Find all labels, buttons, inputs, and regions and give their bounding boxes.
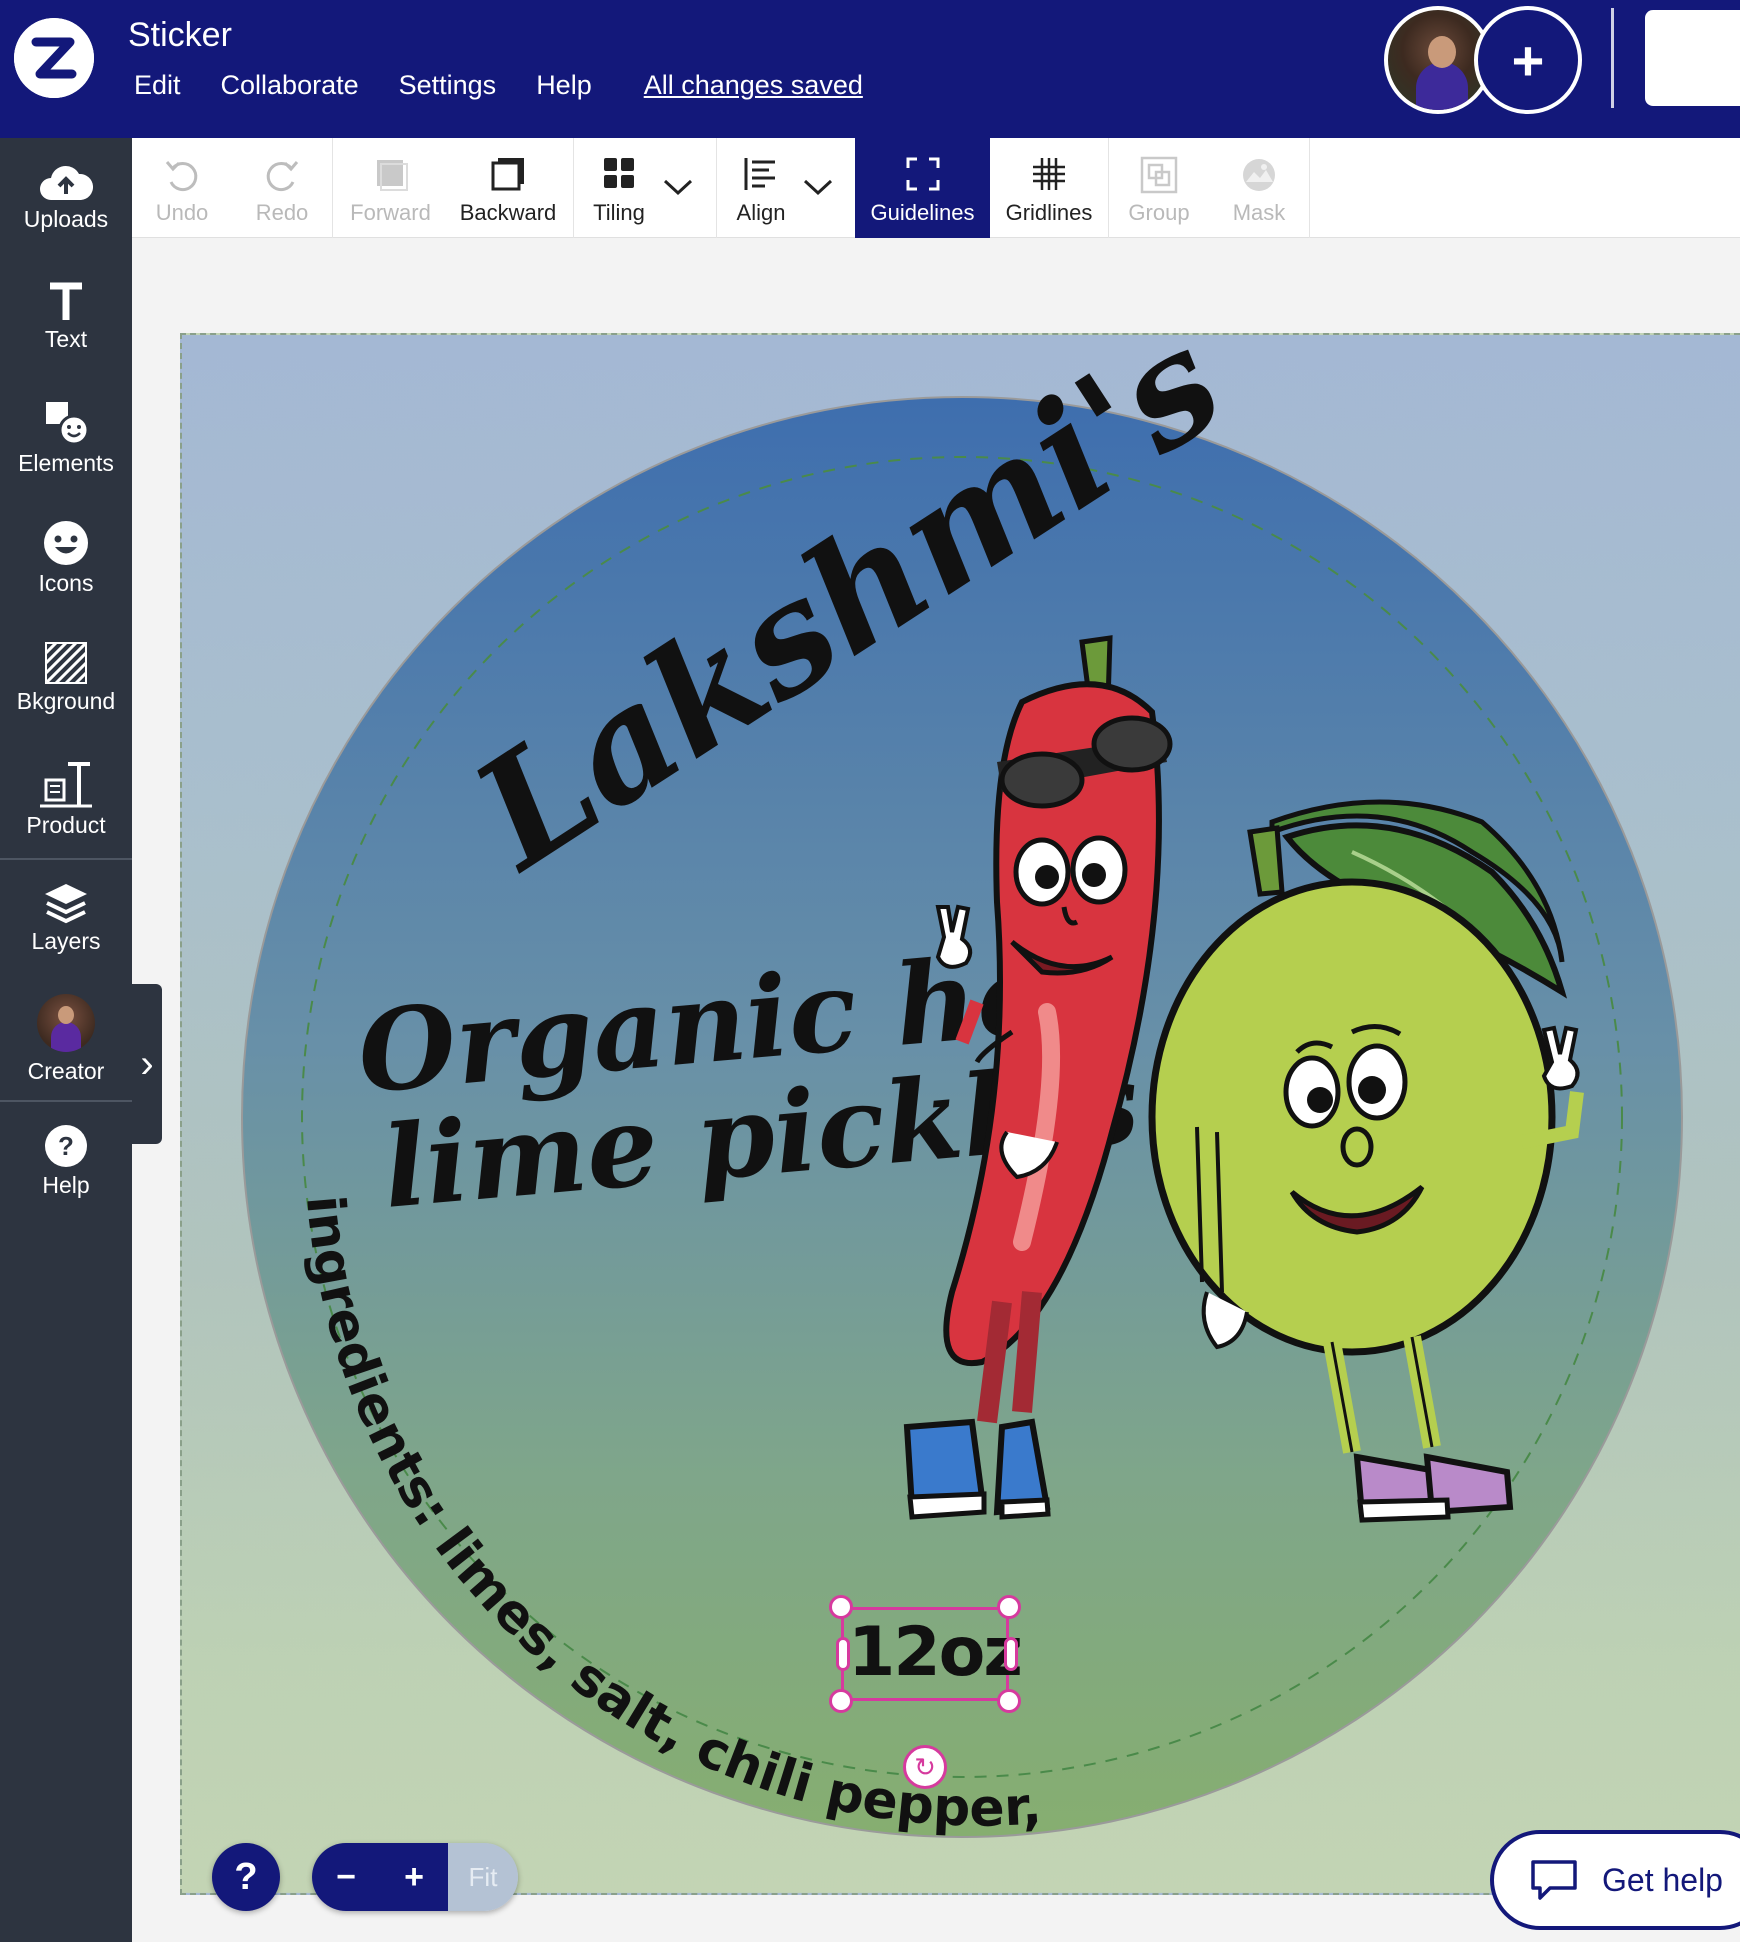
undo-icon [165, 161, 198, 192]
elements-icon [46, 402, 90, 446]
sidebar-item-icons[interactable]: Icons [0, 520, 132, 597]
sidebar-item-text[interactable]: Text [0, 280, 132, 353]
sidebar-item-background[interactable]: Bkground [0, 642, 132, 715]
text-icon [50, 282, 82, 320]
zoom-controls: − + Fit [312, 1843, 518, 1911]
product-icon [40, 762, 92, 808]
zoom-fit-button[interactable]: Fit [448, 1843, 518, 1911]
tiling-grid-icon [604, 158, 634, 188]
align-button[interactable]: Align [717, 138, 805, 238]
undo-button[interactable]: Undo [132, 138, 232, 238]
sidebar-item-creator[interactable]: Creator [0, 994, 132, 1085]
sidebar-item-help[interactable]: ? Help [0, 1124, 132, 1199]
menu-edit[interactable]: Edit [134, 70, 181, 101]
svg-text:?: ? [58, 1131, 74, 1161]
sidebar-item-uploads[interactable]: Uploads [0, 164, 132, 233]
gridlines-button[interactable]: Gridlines [990, 138, 1108, 238]
resize-handle-top-left[interactable] [829, 1595, 853, 1619]
add-collaborator-button[interactable]: + [1474, 6, 1582, 114]
mask-button[interactable]: Mask [1209, 138, 1309, 238]
sidebar-label: Layers [31, 928, 101, 954]
layers-icon [45, 884, 87, 924]
resize-handle-top-right[interactable] [997, 1595, 1021, 1619]
menu-help[interactable]: Help [536, 70, 592, 101]
sidebar-label: Uploads [23, 206, 109, 232]
resize-handle-left[interactable] [836, 1637, 850, 1671]
rotate-handle[interactable]: ↻ [903, 1745, 947, 1789]
zoom-in-button[interactable]: + [380, 1843, 448, 1911]
guidelines-button[interactable]: Guidelines [855, 138, 990, 238]
guidelines-icon [906, 157, 939, 191]
chat-bubble-icon [1531, 1860, 1577, 1900]
help-icon: ? [45, 1125, 87, 1167]
bring-forward-icon [376, 160, 408, 191]
sidebar-label: Creator [27, 1058, 105, 1084]
align-left-icon [744, 158, 775, 190]
tiling-button[interactable]: Tiling [574, 138, 664, 238]
share-button[interactable] [1645, 10, 1740, 106]
sidebar-label: Text [44, 326, 88, 352]
group-button[interactable]: Group [1109, 138, 1209, 238]
sidebar-item-product[interactable]: Product [0, 758, 132, 839]
chevron-right-icon: › [140, 1041, 154, 1086]
align-chevron-down-icon[interactable] [802, 176, 834, 198]
sidebar-label: Elements [18, 450, 114, 476]
redo-button[interactable]: Redo [232, 138, 332, 238]
smiley-icon [44, 521, 88, 565]
mask-icon [1243, 159, 1275, 191]
resize-handle-bottom-right[interactable] [997, 1689, 1021, 1713]
save-status-link[interactable]: All changes saved [644, 70, 863, 101]
resize-handle-bottom-left[interactable] [829, 1689, 853, 1713]
background-pattern-icon [45, 642, 87, 684]
tiling-chevron-down-icon[interactable] [662, 176, 694, 198]
zoom-out-button[interactable]: − [312, 1843, 380, 1911]
editing-toolbar: Undo Redo Forward Backward Tiling Align … [132, 138, 1740, 238]
creator-avatar [37, 994, 95, 1052]
collapse-panel-button[interactable]: › [132, 984, 162, 1144]
group-icon [1140, 156, 1178, 194]
top-header: Sticker Edit Collaborate Settings Help A… [0, 0, 1740, 138]
size-text[interactable]: 12oz [848, 1608, 1023, 1698]
gridlines-icon [1033, 158, 1065, 190]
left-sidebar: Uploads Text Elements Icons Bkground Pro… [0, 138, 132, 1942]
menu-collaborate[interactable]: Collaborate [221, 70, 359, 101]
sidebar-label: Product [26, 812, 106, 838]
backward-button[interactable]: Backward [448, 138, 568, 238]
logo-z-icon [14, 18, 94, 98]
menu-settings[interactable]: Settings [399, 70, 497, 101]
send-backward-icon [491, 158, 524, 191]
cloud-upload-icon [40, 165, 93, 200]
sidebar-label: Icons [38, 570, 94, 596]
sidebar-item-elements[interactable]: Elements [0, 400, 132, 477]
resize-handle-right[interactable] [1004, 1637, 1018, 1671]
forward-button[interactable]: Forward [333, 138, 448, 238]
sidebar-label: Bkground [16, 688, 116, 714]
help-button[interactable]: ? [212, 1843, 280, 1911]
zazzle-logo[interactable] [14, 18, 94, 98]
sidebar-label: Help [42, 1172, 90, 1198]
header-divider [1611, 8, 1614, 108]
document-title: Sticker [128, 16, 232, 54]
sidebar-item-layers[interactable]: Layers [0, 882, 132, 955]
get-help-button[interactable]: Get help [1490, 1830, 1740, 1930]
rotate-icon: ↻ [914, 1751, 936, 1782]
redo-icon [266, 161, 299, 192]
main-menu: Edit Collaborate Settings Help All chang… [134, 70, 863, 101]
